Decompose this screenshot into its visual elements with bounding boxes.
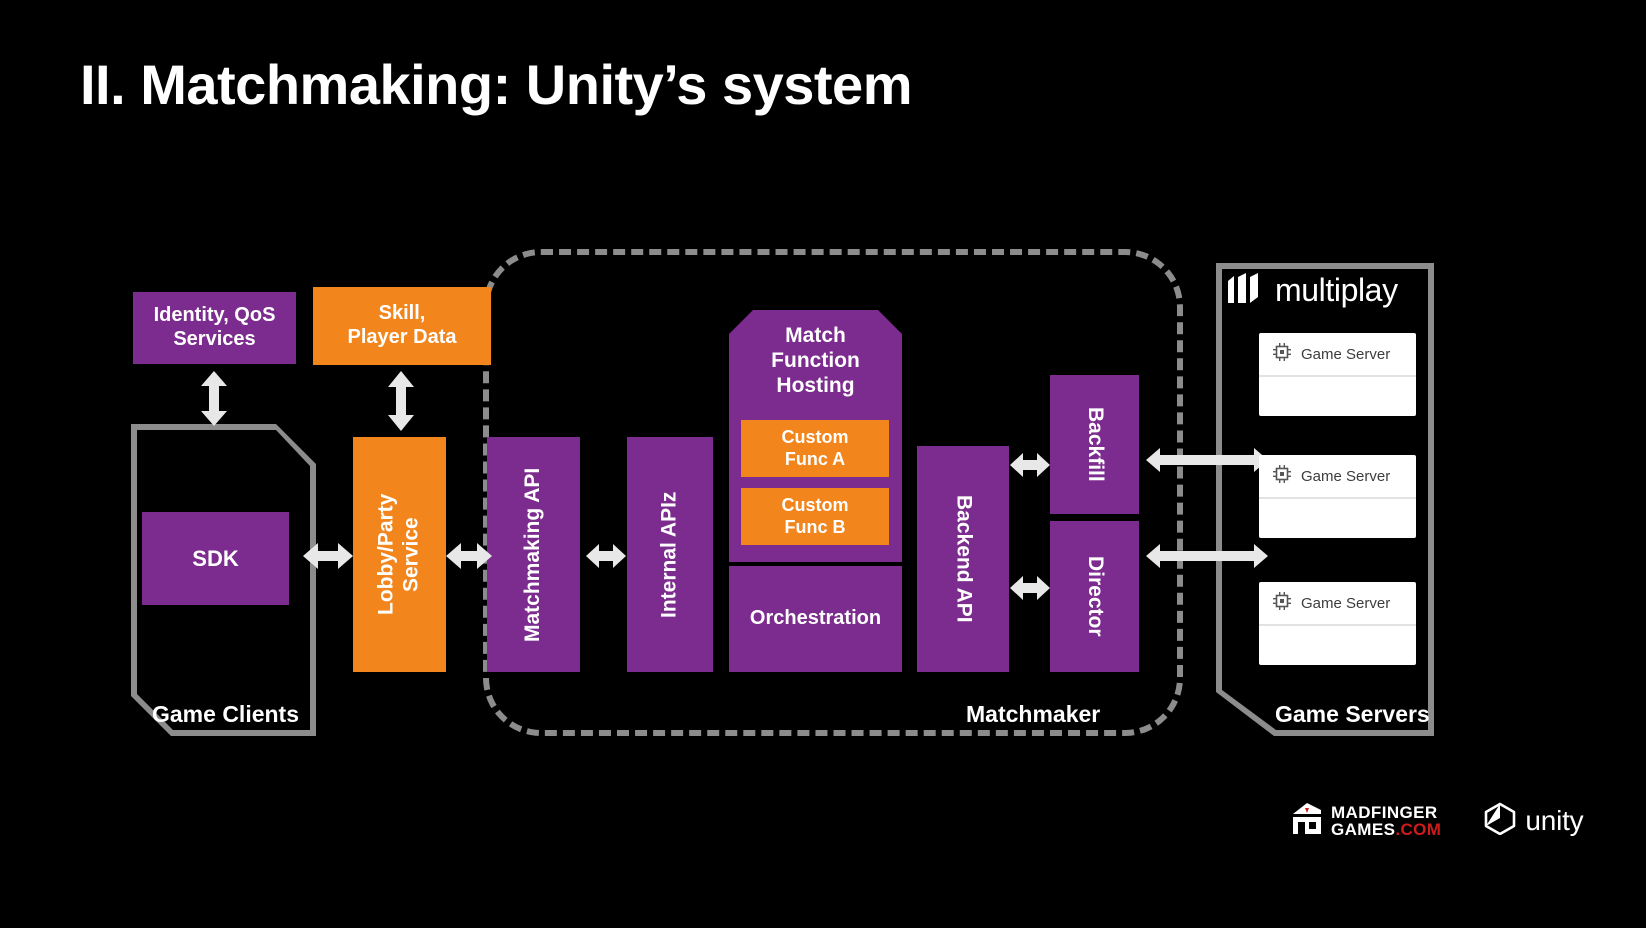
multiplay-wordmark: multiplay: [1275, 272, 1398, 308]
arrow-lobby-party-to-matchmaking-api: [446, 541, 492, 571]
game-server-card-header: Game Server: [1259, 333, 1416, 377]
box-custom-func-b[interactable]: Custom Func B: [741, 488, 889, 545]
box-skill-player-data[interactable]: Skill, Player Data: [313, 287, 491, 365]
box-lobby-party-service-label: Lobby/Party Service: [374, 493, 423, 616]
arrow-identity-to-game-clients: [199, 371, 229, 426]
matchmaker-label: Matchmaker: [966, 701, 1101, 727]
madfinger-line1: MADFINGER: [1331, 802, 1438, 822]
box-identity-qos-services-label: Identity, QoS Services: [153, 304, 276, 350]
box-match-function-hosting-label: Match Function Hosting: [771, 324, 860, 397]
unity-wordmark: unity: [1525, 804, 1584, 836]
box-custom-func-a-label: Custom Func A: [781, 427, 849, 469]
game-server-card-2[interactable]: Game Server: [1259, 455, 1416, 538]
madfinger-com-text: .COM: [1395, 819, 1442, 839]
madfinger-games-text: GAMES: [1331, 819, 1396, 839]
arrow-matchmaking-api-to-internal-apiz: [586, 543, 626, 569]
game-clients-label: Game Clients: [152, 701, 299, 727]
game-server-card-1[interactable]: Game Server: [1259, 333, 1416, 416]
box-internal-apiz-label: Internal APIz: [657, 491, 681, 618]
arrow-director-to-game-servers: [1146, 543, 1268, 569]
box-backfill[interactable]: Backfill: [1050, 375, 1139, 514]
box-orchestration[interactable]: Orchestration: [729, 566, 902, 672]
arrow-backfill-to-game-servers: [1146, 447, 1268, 473]
box-internal-apiz[interactable]: Internal APIz: [627, 437, 713, 672]
box-matchmaking-api[interactable]: Matchmaking API: [487, 437, 580, 672]
box-sdk-label: SDK: [192, 545, 239, 571]
arrow-skill-to-lobby-party: [386, 371, 416, 431]
madfinger-wordmark: MADFINGER GAMES.COM: [1331, 804, 1441, 838]
arrow-sdk-to-lobby-party: [303, 541, 353, 571]
multiplay-brand: multiplay: [1228, 272, 1398, 309]
box-identity-qos-services[interactable]: Identity, QoS Services: [133, 292, 296, 364]
box-skill-player-data-label: Skill, Player Data: [347, 302, 457, 348]
box-lobby-party-service[interactable]: Lobby/Party Service: [353, 437, 446, 672]
arrow-backend-api-to-backfill: [1010, 452, 1050, 478]
box-matchmaking-api-label: Matchmaking API: [521, 467, 545, 642]
box-orchestration-label: Orchestration: [749, 607, 882, 630]
box-sdk[interactable]: SDK: [142, 512, 289, 605]
madfinger-logo: MADFINGER GAMES.COM: [1290, 800, 1441, 841]
game-server-card-3[interactable]: Game Server: [1259, 582, 1416, 665]
box-backfill-label: Backfill: [1083, 407, 1107, 482]
madfinger-line2: GAMES.COM: [1331, 821, 1441, 838]
chip-icon: [1272, 591, 1292, 616]
unity-logo: unity: [1483, 801, 1584, 840]
footer-logos: MADFINGER GAMES.COM unity: [1290, 800, 1584, 841]
slide-canvas: II. Matchmaking: Unity’s system Game Cli…: [0, 0, 1646, 928]
chip-icon: [1272, 342, 1292, 367]
unity-cube-icon: [1483, 801, 1517, 840]
game-server-card-label: Game Server: [1301, 468, 1391, 485]
game-server-card-header: Game Server: [1259, 455, 1416, 499]
game-server-card-header: Game Server: [1259, 582, 1416, 626]
game-servers-label: Game Servers: [1275, 701, 1430, 727]
arrow-backend-api-to-director: [1010, 575, 1050, 601]
box-director[interactable]: Director: [1050, 521, 1139, 672]
box-custom-func-a[interactable]: Custom Func A: [741, 420, 889, 477]
chip-icon: [1272, 464, 1292, 489]
box-custom-func-b-label: Custom Func B: [781, 495, 849, 537]
multiplay-logo-icon: [1228, 273, 1262, 308]
box-backend-api-label: Backend API: [952, 495, 976, 623]
box-director-label: Director: [1083, 556, 1107, 637]
game-server-card-label: Game Server: [1301, 346, 1391, 363]
madfinger-logo-icon: [1290, 800, 1324, 841]
page-title: II. Matchmaking: Unity’s system: [80, 53, 913, 116]
game-server-card-label: Game Server: [1301, 595, 1391, 612]
box-backend-api[interactable]: Backend API: [917, 446, 1009, 672]
